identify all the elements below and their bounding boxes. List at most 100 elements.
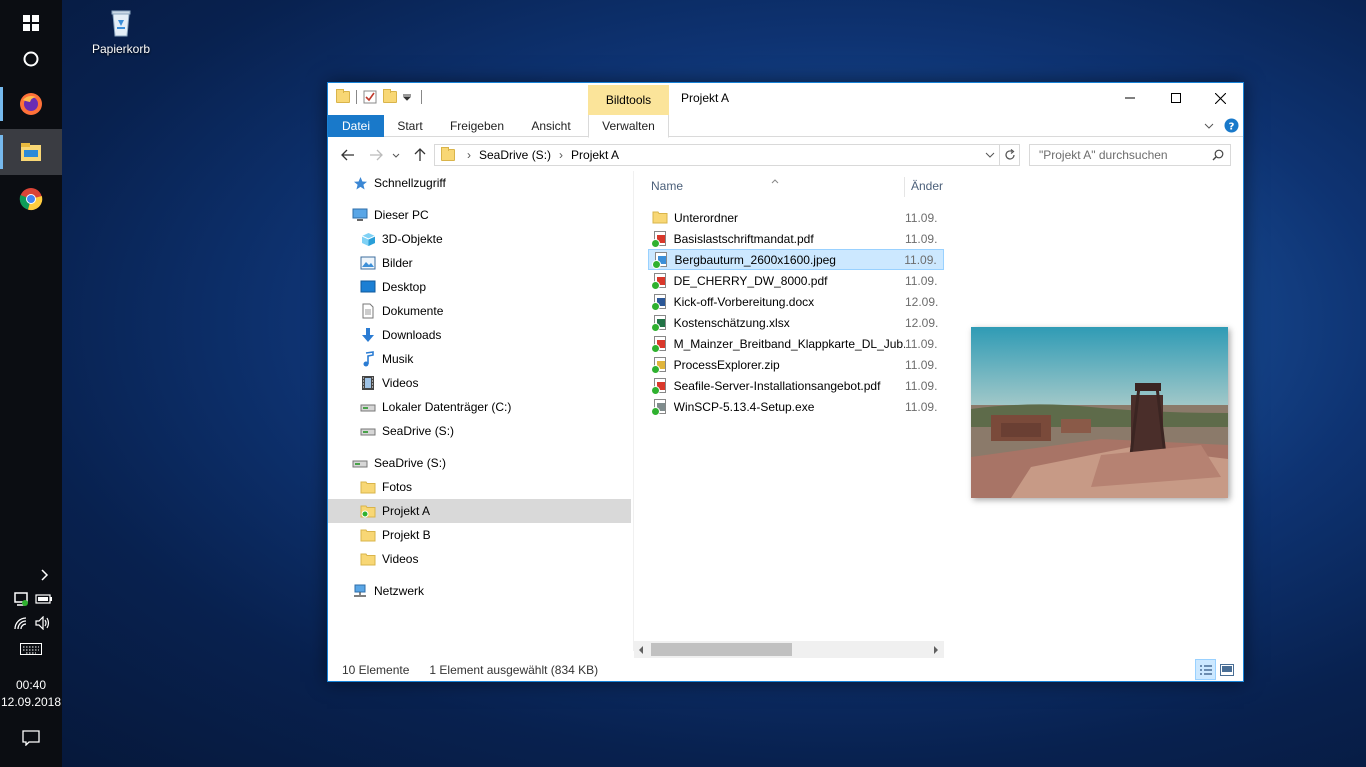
status-selection: 1 Element ausgewählt (834 KB) <box>429 663 599 677</box>
file-row[interactable]: WinSCP-5.13.4-Setup.exe 11.09. <box>648 396 944 417</box>
nav-item-videos[interactable]: Videos <box>328 547 631 571</box>
qat-properties-button[interactable] <box>363 90 377 104</box>
network-tray-button[interactable] <box>12 614 30 632</box>
desktop-recycle-bin[interactable]: Papierkorb <box>86 6 156 56</box>
action-center-button[interactable] <box>20 728 42 748</box>
taskbar-firefox[interactable] <box>0 81 62 127</box>
file-row[interactable]: Basislastschriftmandat.pdf 11.09. <box>648 228 944 249</box>
search-placeholder: "Projekt A" durchsuchen <box>1039 148 1168 162</box>
nav-item-musik[interactable]: Musik <box>328 347 631 371</box>
file-row[interactable]: Kostenschätzung.xlsx 12.09. <box>648 312 944 333</box>
cortana-button[interactable] <box>0 36 62 82</box>
minimize-button[interactable] <box>1107 83 1153 113</box>
touch-keyboard-button[interactable] <box>19 641 43 657</box>
breadcrumb-separator-icon: › <box>467 148 471 162</box>
maximize-icon <box>1171 93 1181 103</box>
folder-icon <box>360 479 376 495</box>
taskbar: 00:40 12.09.2018 <box>0 0 62 767</box>
help-button[interactable]: ? <box>1224 118 1239 133</box>
pdf-file-icon <box>651 335 668 353</box>
large-icons-view-button[interactable] <box>1219 662 1235 678</box>
nav-item-netzwerk[interactable]: Netzwerk <box>328 579 631 603</box>
desktop-icon <box>360 279 376 295</box>
seadrive-tray-button[interactable] <box>12 590 30 608</box>
chevron-down-icon <box>1204 123 1214 129</box>
tab-freigeben[interactable]: Freigeben <box>444 115 510 137</box>
refresh-button[interactable] <box>1000 144 1020 166</box>
dropdown-arrow-icon <box>403 94 411 101</box>
file-date: 11.09. <box>904 231 938 246</box>
file-row[interactable]: DE_CHERRY_DW_8000.pdf 11.09. <box>648 270 944 291</box>
volume-button[interactable] <box>34 614 52 632</box>
file-row[interactable]: Seafile-Server-Installationsangebot.pdf 1… <box>648 375 944 396</box>
clock-time[interactable]: 00:40 <box>0 677 62 694</box>
taskbar-chrome[interactable] <box>0 176 62 222</box>
tab-ansicht[interactable]: Ansicht <box>524 115 578 137</box>
scroll-right-icon[interactable] <box>933 644 939 658</box>
search-input[interactable]: "Projekt A" durchsuchen <box>1029 144 1231 166</box>
breadcrumb-seadrive[interactable]: SeaDrive (S:) <box>479 148 551 162</box>
back-button[interactable] <box>338 145 358 165</box>
nav-item-projekt-a[interactable]: Projekt A <box>328 499 631 523</box>
file-row[interactable]: Kick-off-Vorbereitung.docx 12.09. <box>648 291 944 312</box>
horizontal-scrollbar[interactable] <box>634 641 944 658</box>
file-name: Seafile-Server-Installationsangebot.pdf <box>673 378 881 393</box>
file-name: WinSCP-5.13.4-Setup.exe <box>673 399 815 414</box>
nav-item-projekt-b[interactable]: Projekt B <box>328 523 631 547</box>
nav-item-3d-objekte[interactable]: 3D-Objekte <box>328 227 631 251</box>
nav-item-desktop[interactable]: Desktop <box>328 275 631 299</box>
nav-item-bilder[interactable]: Bilder <box>328 251 631 275</box>
computer-icon <box>352 207 368 223</box>
tab-datei[interactable]: Datei <box>328 115 384 137</box>
nav-item-label: Lokaler Datenträger (C:) <box>382 400 512 414</box>
scroll-left-icon[interactable] <box>638 644 644 658</box>
tab-verwalten[interactable]: Verwalten <box>588 115 669 138</box>
qat-new-folder-button[interactable] <box>383 89 397 103</box>
nav-item-dieser-pc[interactable]: Dieser PC <box>328 203 631 227</box>
battery-button[interactable] <box>34 590 54 608</box>
sort-ascending-icon <box>771 173 779 187</box>
expand-ribbon-button[interactable] <box>1202 119 1216 133</box>
file-row[interactable]: Bergbauturm_2600x1600.jpeg 11.09. <box>648 249 944 270</box>
breadcrumb-projekt-a[interactable]: Projekt A <box>571 148 619 162</box>
file-name: Kick-off-Vorbereitung.docx <box>673 294 815 309</box>
file-date: 11.09. <box>904 357 938 372</box>
nav-item-downloads[interactable]: Downloads <box>328 323 631 347</box>
file-explorer-window: Bildtools Projekt A Datei Start Freigebe… <box>327 82 1244 682</box>
nav-item-lokaler-datenträger-c[interactable]: Lokaler Datenträger (C:) <box>328 395 631 419</box>
file-row[interactable]: ProcessExplorer.zip 11.09. <box>648 354 944 375</box>
nav-item-schnellzugriff[interactable]: Schnellzugriff <box>328 171 631 195</box>
file-date: 11.09. <box>904 378 938 393</box>
qat-customize-button[interactable] <box>403 93 411 101</box>
taskbar-file-explorer[interactable] <box>0 129 62 175</box>
file-row[interactable]: Unterordner 11.09. <box>648 207 944 228</box>
nav-item-seadrive-s[interactable]: SeaDrive (S:) <box>328 451 631 475</box>
show-hidden-icons-button[interactable] <box>36 566 54 584</box>
properties-checklist-icon <box>363 90 377 104</box>
address-bar[interactable]: › SeaDrive (S:) › Projekt A <box>434 144 1000 166</box>
nav-item-videos[interactable]: Videos <box>328 371 631 395</box>
title-bar: Bildtools Projekt A <box>328 83 1243 115</box>
nav-item-dokumente[interactable]: Dokumente <box>328 299 631 323</box>
file-row[interactable]: M_Mainzer_Breitband_Klappkarte_DL_Jub...… <box>648 333 944 354</box>
nav-item-fotos[interactable]: Fotos <box>328 475 631 499</box>
up-button[interactable] <box>410 145 430 165</box>
address-history-button[interactable] <box>985 152 995 158</box>
tab-start[interactable]: Start <box>390 115 430 137</box>
column-divider[interactable] <box>904 177 905 197</box>
forward-button[interactable] <box>366 145 386 165</box>
docx-file-icon <box>651 293 668 311</box>
column-header-date[interactable]: Änder <box>911 171 944 201</box>
recent-locations-button[interactable] <box>390 145 402 165</box>
maximize-button[interactable] <box>1153 83 1199 113</box>
close-button[interactable] <box>1197 83 1243 113</box>
clock-date[interactable]: 12.09.2018 <box>0 694 62 711</box>
details-view-button[interactable] <box>1195 659 1216 680</box>
file-name: DE_CHERRY_DW_8000.pdf <box>673 273 828 288</box>
window-title: Projekt A <box>681 91 730 105</box>
folder-synced-icon <box>360 503 376 519</box>
nav-item-label: Dieser PC <box>374 208 429 222</box>
nav-item-seadrive-s[interactable]: SeaDrive (S:) <box>328 419 631 443</box>
scrollbar-thumb[interactable] <box>651 643 792 656</box>
column-header-name[interactable]: Name <box>651 171 909 201</box>
